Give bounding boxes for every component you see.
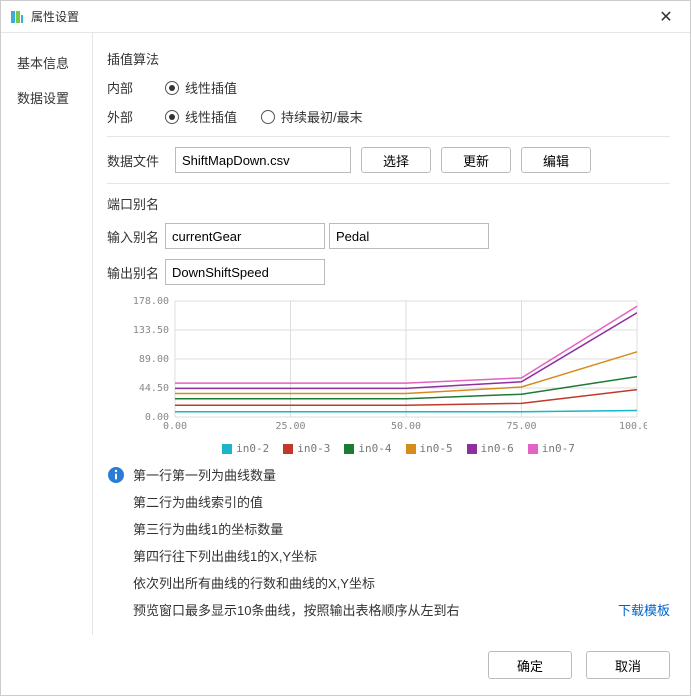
svg-text:25.00: 25.00 <box>275 421 305 432</box>
data-file-input[interactable] <box>175 147 351 173</box>
row-data-file: 数据文件 选择 更新 编辑 <box>107 147 670 173</box>
row-output-alias: 输出别名 <box>107 259 670 285</box>
outer-radio-group: 线性插值 持续最初/最末 <box>165 107 363 126</box>
radio-icon <box>165 81 179 95</box>
legend-item: in0-7 <box>528 442 575 455</box>
select-button[interactable]: 选择 <box>361 147 431 173</box>
radio-label: 线性插值 <box>185 107 237 126</box>
legend-item: in0-4 <box>344 442 391 455</box>
radio-icon <box>165 110 179 124</box>
svg-text:89.00: 89.00 <box>139 354 169 365</box>
update-button[interactable]: 更新 <box>441 147 511 173</box>
tab-basic-info[interactable]: 基本信息 <box>1 45 92 80</box>
svg-text:178.00: 178.00 <box>133 296 169 307</box>
output-alias-1[interactable] <box>165 259 325 285</box>
input-alias-1[interactable] <box>165 223 325 249</box>
divider <box>107 136 670 137</box>
radio-outer-hold[interactable]: 持续最初/最末 <box>261 107 363 126</box>
legend-item: in0-5 <box>406 442 453 455</box>
edit-button[interactable]: 编辑 <box>521 147 591 173</box>
legend-item: in0-2 <box>222 442 269 455</box>
close-button[interactable]: ✕ <box>650 1 682 33</box>
download-template-link[interactable]: 下载模板 <box>618 600 670 619</box>
info-line-6-row: 预览窗口最多显示10条曲线，按照输出表格顺序从左到右 下载模板 <box>133 600 670 619</box>
info-icon <box>107 466 125 484</box>
svg-text:44.50: 44.50 <box>139 383 169 394</box>
tab-data-settings[interactable]: 数据设置 <box>1 80 92 115</box>
radio-outer-linear[interactable]: 线性插值 <box>165 107 237 126</box>
svg-text:75.00: 75.00 <box>506 421 536 432</box>
info-line-4: 第四行往下列出曲线1的X,Y坐标 <box>133 546 670 565</box>
output-alias-label: 输出别名 <box>107 263 165 282</box>
row-outer: 外部 线性插值 持续最初/最末 <box>107 107 670 126</box>
svg-text:100.00: 100.00 <box>619 421 647 432</box>
algo-section-label: 插值算法 <box>107 49 670 68</box>
window: 属性设置 ✕ 基本信息 数据设置 插值算法 内部 线性插值 外部 <box>0 0 691 696</box>
ok-button[interactable]: 确定 <box>488 651 572 679</box>
radio-label: 持续最初/最末 <box>281 107 363 126</box>
radio-inner-linear[interactable]: 线性插值 <box>165 78 237 97</box>
svg-text:133.50: 133.50 <box>133 325 169 336</box>
svg-text:50.00: 50.00 <box>391 421 421 432</box>
port-alias-label: 端口别名 <box>107 194 670 213</box>
info-line-1: 第一行第一列为曲线数量 <box>133 465 670 484</box>
row-input-alias: 输入别名 <box>107 223 670 249</box>
info-block: 第一行第一列为曲线数量 第二行为曲线索引的值 第三行为曲线1的坐标数量 第四行往… <box>107 465 670 619</box>
body: 基本信息 数据设置 插值算法 内部 线性插值 外部 线性 <box>1 33 690 635</box>
info-line-6: 预览窗口最多显示10条曲线，按照输出表格顺序从左到右 <box>133 600 459 619</box>
info-line-2: 第二行为曲线索引的值 <box>133 492 670 511</box>
svg-text:0.00: 0.00 <box>163 421 187 432</box>
inner-radio-group: 线性插值 <box>165 78 237 97</box>
cancel-button[interactable]: 取消 <box>586 651 670 679</box>
info-line-5: 依次列出所有曲线的行数和曲线的X,Y坐标 <box>133 573 670 592</box>
info-lines: 第一行第一列为曲线数量 第二行为曲线索引的值 第三行为曲线1的坐标数量 第四行往… <box>133 465 670 619</box>
titlebar: 属性设置 ✕ <box>1 1 690 33</box>
sidebar: 基本信息 数据设置 <box>1 33 93 635</box>
input-alias-label: 输入别名 <box>107 227 165 246</box>
app-icon <box>9 9 25 25</box>
data-file-label: 数据文件 <box>107 151 165 170</box>
chart-svg: 0.0044.5089.00133.50178.000.0025.0050.00… <box>127 295 647 435</box>
row-inner: 内部 线性插值 <box>107 78 670 97</box>
content: 插值算法 内部 线性插值 外部 线性插值 <box>93 33 690 635</box>
divider <box>107 183 670 184</box>
info-line-3: 第三行为曲线1的坐标数量 <box>133 519 670 538</box>
footer: 确定 取消 <box>1 635 690 695</box>
chart-legend: in0-2 in0-3 in0-4 in0-5 in0-6 in0-7 <box>127 442 670 455</box>
input-alias-2[interactable] <box>329 223 489 249</box>
legend-item: in0-3 <box>283 442 330 455</box>
radio-icon <box>261 110 275 124</box>
radio-label: 线性插值 <box>185 78 237 97</box>
inner-label: 内部 <box>107 78 165 97</box>
outer-label: 外部 <box>107 107 165 126</box>
legend-item: in0-6 <box>467 442 514 455</box>
chart: 0.0044.5089.00133.50178.000.0025.0050.00… <box>127 295 670 455</box>
window-title: 属性设置 <box>31 8 650 25</box>
